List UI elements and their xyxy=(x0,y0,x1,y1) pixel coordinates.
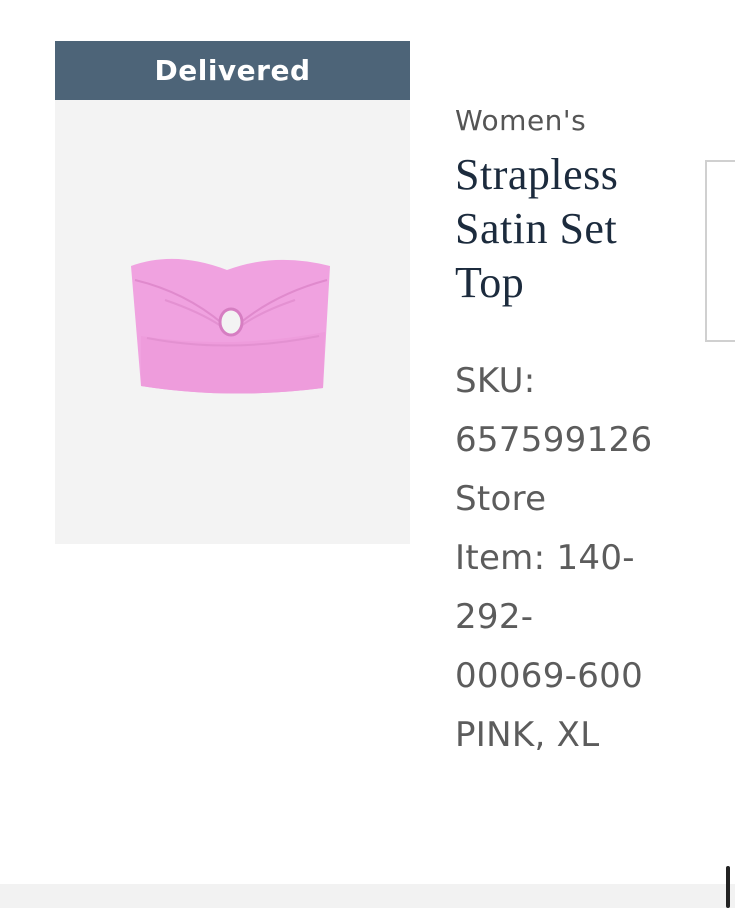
sku-value: 657599126 xyxy=(455,420,653,460)
product-title-line: Top xyxy=(455,258,525,307)
status-label: Delivered xyxy=(154,54,311,87)
product-image[interactable] xyxy=(55,100,410,544)
bottom-bar xyxy=(0,884,735,908)
store-item-value-line: 00069-600 xyxy=(455,656,644,696)
product-meta: SKU: 657599126 Store Item: 140- 292- 000… xyxy=(455,352,715,765)
store-item-value-line: 292- xyxy=(455,597,534,637)
product-title[interactable]: Strapless Satin Set Top xyxy=(455,148,695,310)
strapless-top-photo xyxy=(55,100,410,544)
store-item-label: Store xyxy=(455,479,547,519)
side-panel-card[interactable] xyxy=(705,160,735,342)
sku-label: SKU: xyxy=(455,361,536,401)
product-category: Women's xyxy=(455,104,587,137)
color-size: PINK, XL xyxy=(455,715,600,755)
product-title-line: Strapless xyxy=(455,150,619,199)
scrollbar-thumb[interactable] xyxy=(726,866,730,908)
status-badge: Delivered xyxy=(55,41,410,100)
product-title-line: Satin Set xyxy=(455,204,618,253)
store-item-label-line: Item: 140- xyxy=(455,538,635,578)
